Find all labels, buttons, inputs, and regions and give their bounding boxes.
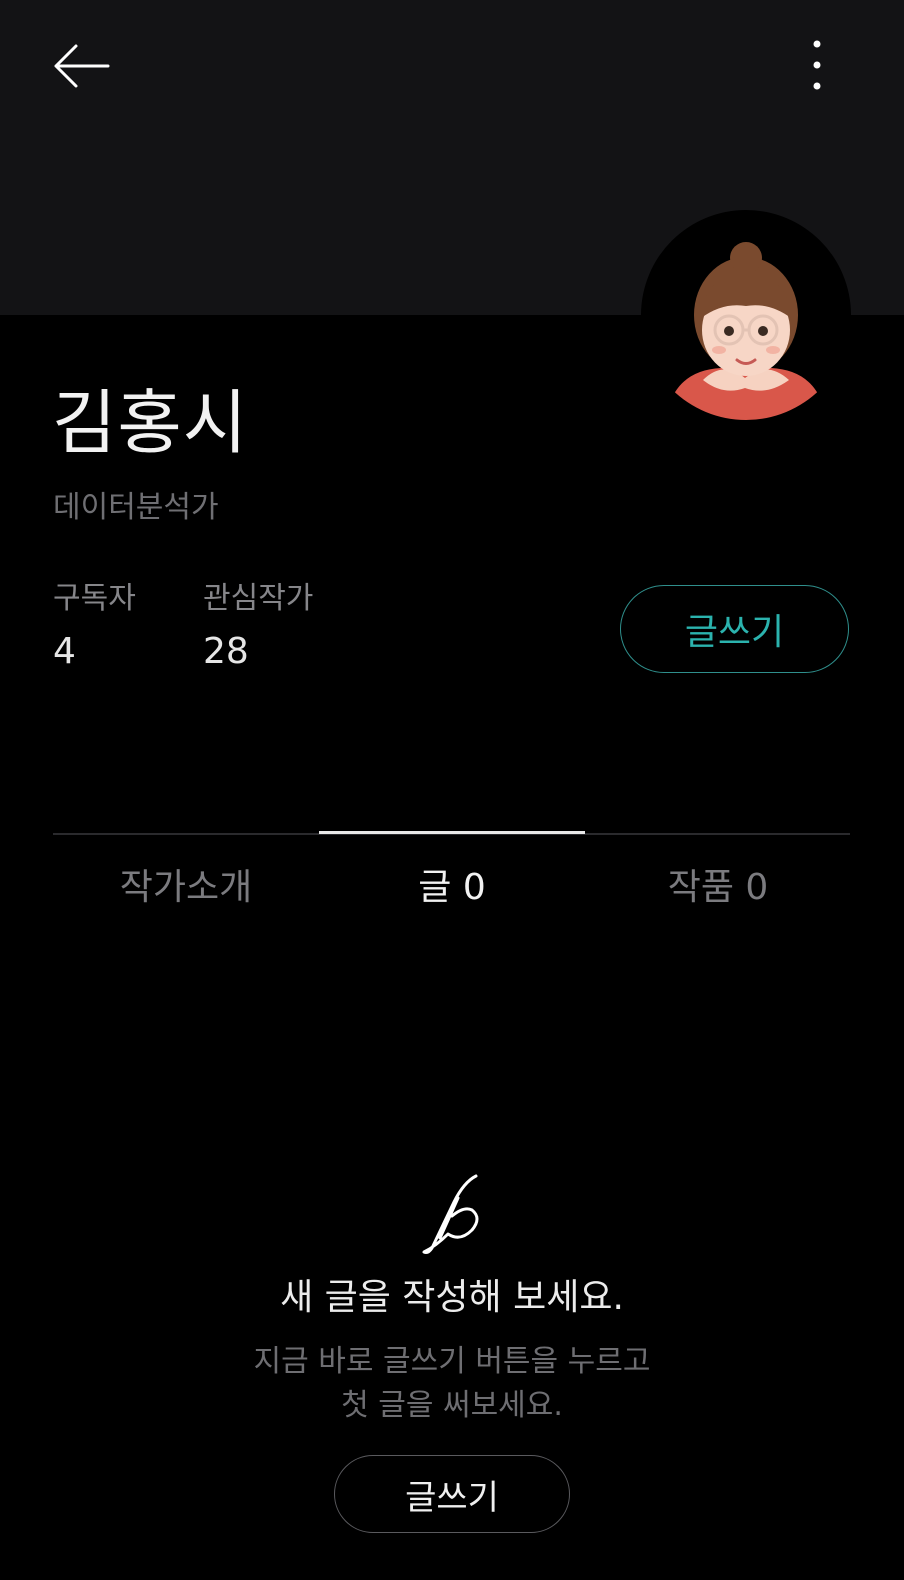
more-vertical-icon [813,40,821,90]
author-name: 김홍시 [52,382,249,464]
stat-value: 4 [53,631,76,672]
stat-following[interactable]: 관심작가 28 [203,584,313,670]
tab-posts[interactable]: 글 0 [319,870,585,906]
active-tab-indicator [319,831,585,834]
avatar-emoji [669,242,823,420]
stat-subscribers[interactable]: 구독자 4 [53,584,136,670]
tab-author-intro[interactable]: 작가소개 [53,870,319,906]
avatar[interactable] [641,210,851,420]
empty-state-title: 새 글을 작성해 보세요. [280,1277,624,1318]
empty-state-description: 지금 바로 글쓰기 버튼을 누르고 첫 글을 써보세요. [0,1340,904,1428]
brunch-b-logo-icon [416,1172,488,1256]
more-options-button[interactable] [800,34,848,98]
author-job: 데이터분석가 [53,490,219,525]
stat-label: 구독자 [53,581,136,616]
back-button[interactable] [46,34,118,98]
write-button[interactable]: 글쓰기 [620,585,849,673]
empty-state-write-button[interactable]: 글쓰기 [334,1455,570,1533]
empty-state-desc-line: 지금 바로 글쓰기 버튼을 누르고 [253,1344,651,1379]
tab-works[interactable]: 작품 0 [585,870,851,906]
stat-label: 관심작가 [203,581,314,616]
stat-value: 28 [203,631,249,672]
empty-state-desc-line: 첫 글을 써보세요. [341,1388,563,1423]
arrow-left-icon [54,44,110,88]
